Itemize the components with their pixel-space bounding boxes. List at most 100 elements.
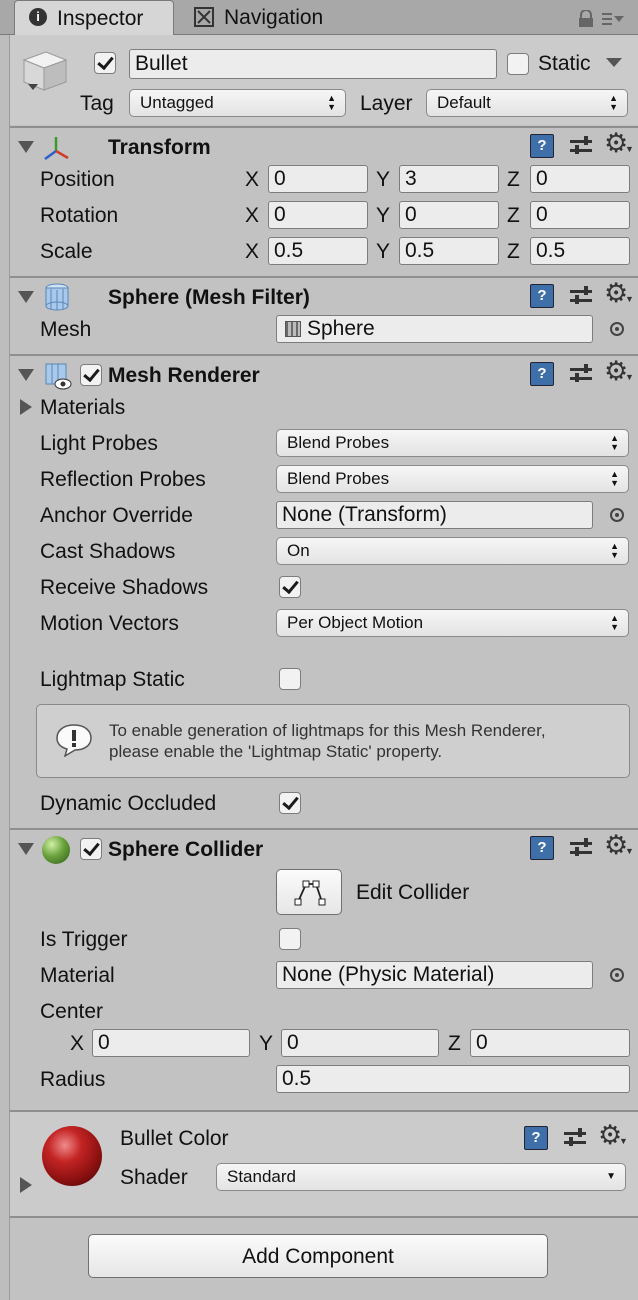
static-dropdown-icon[interactable] bbox=[606, 58, 622, 67]
position-x-field[interactable]: 0 bbox=[268, 165, 368, 193]
rotation-y-field[interactable]: 0 bbox=[399, 201, 499, 229]
gameobject-active-checkbox[interactable] bbox=[94, 52, 116, 74]
foldout-sphere-collider[interactable] bbox=[18, 843, 34, 855]
presets-icon[interactable] bbox=[564, 1128, 586, 1148]
tab-menu-icon[interactable] bbox=[602, 12, 624, 26]
position-z-field[interactable]: 0 bbox=[530, 165, 630, 193]
reflection-probes-label: Reflection Probes bbox=[40, 468, 206, 491]
center-z-field[interactable]: 0 bbox=[470, 1029, 630, 1057]
materials-label[interactable]: Materials bbox=[40, 397, 125, 418]
foldout-transform[interactable] bbox=[18, 141, 34, 153]
tab-navigation-label: Navigation bbox=[224, 6, 324, 29]
sphere-collider-enabled-checkbox[interactable] bbox=[80, 838, 102, 860]
sphere-collider-header-icons: ? ⚙ ▼ bbox=[530, 832, 634, 864]
cast-shadows-dropdown[interactable]: On ▲ ▼ bbox=[276, 537, 629, 565]
anchor-override-field[interactable]: None (Transform) bbox=[276, 501, 593, 529]
cast-shadows-label: Cast Shadows bbox=[40, 540, 176, 563]
light-probes-value: Blend Probes bbox=[287, 433, 390, 452]
material-name: Bullet Color bbox=[120, 1127, 229, 1150]
foldout-mesh-filter[interactable] bbox=[18, 291, 34, 303]
info-icon: i bbox=[29, 8, 47, 26]
dropdown-caret-icon: ▼ bbox=[625, 144, 634, 154]
scale-x-label: X bbox=[245, 240, 260, 263]
foldout-mesh-renderer[interactable] bbox=[18, 369, 34, 381]
dynamic-occluded-checkbox[interactable] bbox=[279, 792, 301, 814]
scale-y-field[interactable]: 0.5 bbox=[399, 237, 499, 265]
rotation-z-field[interactable]: 0 bbox=[530, 201, 630, 229]
tag-dropdown[interactable]: Untagged ▲ ▼ bbox=[129, 89, 346, 117]
light-probes-dropdown[interactable]: Blend Probes ▲ ▼ bbox=[276, 429, 629, 457]
dropdown-caret-icon: ▼ bbox=[625, 372, 634, 382]
motion-vectors-label: Motion Vectors bbox=[40, 612, 179, 635]
position-x-label: X bbox=[245, 168, 260, 191]
chevron-down-icon: ▼ bbox=[606, 1171, 616, 1182]
position-z-label: Z bbox=[507, 168, 520, 191]
shader-dropdown[interactable]: Standard ▼ bbox=[216, 1163, 626, 1191]
lightmap-static-checkbox[interactable] bbox=[279, 668, 301, 690]
rotation-x-field[interactable]: 0 bbox=[268, 201, 368, 229]
motion-vectors-dropdown[interactable]: Per Object Motion ▲ ▼ bbox=[276, 609, 629, 637]
mesh-filter-title: Sphere (Mesh Filter) bbox=[108, 286, 310, 309]
rotation-y-label: Y bbox=[376, 204, 391, 227]
static-checkbox[interactable] bbox=[507, 53, 529, 75]
gameobject-name-field[interactable]: Bullet bbox=[129, 49, 497, 79]
receive-shadows-checkbox[interactable] bbox=[279, 576, 301, 598]
info-text-line2: please enable the 'Lightmap Static' prop… bbox=[109, 742, 443, 761]
divider bbox=[10, 276, 638, 278]
divider bbox=[10, 828, 638, 830]
help-book-icon[interactable]: ? bbox=[530, 284, 554, 308]
center-z-label: Z bbox=[448, 1032, 461, 1055]
layer-dropdown[interactable]: Default ▲ ▼ bbox=[426, 89, 628, 117]
info-speech-icon bbox=[55, 723, 93, 758]
dropdown-caret-icon: ▼ bbox=[619, 1136, 628, 1146]
layer-value: Default bbox=[437, 93, 491, 112]
mesh-field[interactable]: Sphere bbox=[276, 315, 593, 343]
help-book-icon[interactable]: ? bbox=[530, 362, 554, 386]
help-book-icon[interactable]: ? bbox=[530, 836, 554, 860]
reflection-probes-value: Blend Probes bbox=[287, 469, 390, 488]
help-book-icon[interactable]: ? bbox=[530, 134, 554, 158]
foldout-materials[interactable] bbox=[20, 399, 32, 415]
presets-icon[interactable] bbox=[570, 136, 592, 156]
scale-x-field[interactable]: 0.5 bbox=[268, 237, 368, 265]
scale-z-field[interactable]: 0.5 bbox=[530, 237, 630, 265]
radius-field[interactable]: 0.5 bbox=[276, 1065, 630, 1093]
sphere-collider-icon bbox=[42, 836, 70, 864]
dropdown-caret-icon: ▼ bbox=[625, 294, 634, 304]
tag-label: Tag bbox=[80, 92, 114, 115]
help-book-icon[interactable]: ? bbox=[524, 1126, 548, 1150]
layer-label: Layer bbox=[360, 92, 413, 115]
object-picker-icon[interactable] bbox=[610, 508, 624, 522]
tag-value: Untagged bbox=[140, 93, 214, 112]
foldout-material[interactable] bbox=[20, 1177, 32, 1193]
anchor-override-label: Anchor Override bbox=[40, 504, 193, 527]
center-x-field[interactable]: 0 bbox=[92, 1029, 250, 1057]
presets-icon[interactable] bbox=[570, 364, 592, 384]
edit-collider-button[interactable] bbox=[276, 869, 342, 915]
radius-label: Radius bbox=[40, 1068, 106, 1091]
mesh-renderer-enabled-checkbox[interactable] bbox=[80, 364, 102, 386]
object-picker-icon[interactable] bbox=[610, 322, 624, 336]
add-component-button[interactable]: Add Component bbox=[88, 1234, 548, 1278]
position-y-field[interactable]: 3 bbox=[399, 165, 499, 193]
material-header-icons: ? ⚙ ▼ bbox=[524, 1122, 628, 1154]
edit-collider-icon bbox=[294, 880, 326, 906]
collider-material-field[interactable]: None (Physic Material) bbox=[276, 961, 593, 989]
add-component-label: Add Component bbox=[242, 1245, 394, 1268]
cast-shadows-value: On bbox=[287, 541, 310, 560]
center-y-field[interactable]: 0 bbox=[281, 1029, 439, 1057]
presets-icon[interactable] bbox=[570, 838, 592, 858]
is-trigger-checkbox[interactable] bbox=[279, 928, 301, 950]
object-picker-icon[interactable] bbox=[610, 968, 624, 982]
presets-icon[interactable] bbox=[570, 286, 592, 306]
transform-title: Transform bbox=[108, 136, 211, 159]
tab-inspector[interactable]: i Inspector bbox=[14, 0, 174, 35]
transform-axes-icon bbox=[42, 135, 70, 161]
lightmap-info-box: To enable generation of lightmaps for th… bbox=[36, 704, 630, 778]
reflection-probes-dropdown[interactable]: Blend Probes ▲ ▼ bbox=[276, 465, 629, 493]
lock-icon[interactable] bbox=[576, 9, 596, 28]
is-trigger-label: Is Trigger bbox=[40, 928, 128, 951]
divider bbox=[10, 1216, 638, 1218]
tab-navigation[interactable]: Navigation bbox=[180, 0, 360, 34]
dynamic-occluded-label: Dynamic Occluded bbox=[40, 792, 217, 815]
